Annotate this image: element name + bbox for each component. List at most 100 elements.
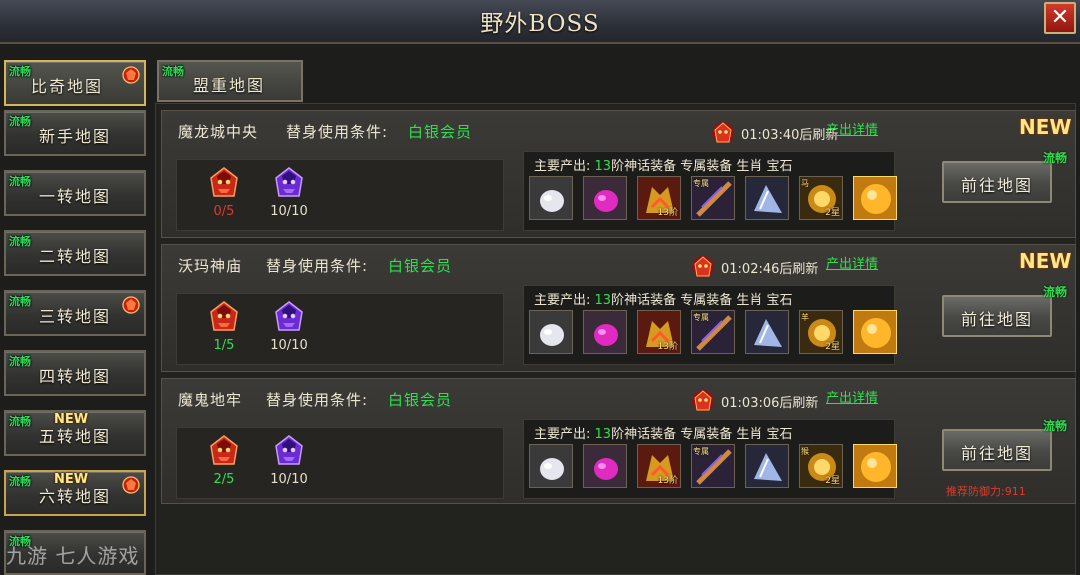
item-slot-helmet-pink[interactable]: [583, 310, 627, 354]
helmet-icon: [584, 177, 626, 219]
red-boss: 0/5: [199, 164, 249, 219]
sidebar-item-rebirth-1[interactable]: 流畅 一转地图: [4, 170, 146, 216]
map-sidebar: 流畅 比奇地图 流畅 新手地图 流畅 一转地图 流畅 二转地图 流畅 三转地图 …: [0, 58, 153, 575]
purple-boss-icon: [275, 301, 303, 331]
purple-boss: 10/10: [264, 164, 314, 219]
item-slot-zodiac[interactable]: 猴 2星: [799, 444, 843, 488]
sidebar-item-label: 新手地图: [38, 127, 111, 146]
red-boss-icon: [210, 435, 238, 465]
item-slot-mythic-armor[interactable]: 13阶: [637, 310, 681, 354]
item-slot-tag: 专属: [693, 313, 709, 322]
condition-label: 替身使用条件:: [266, 257, 369, 275]
item-slot-tier: 13阶: [657, 208, 678, 218]
map-name: 魔龙城中央: [178, 123, 259, 141]
fluency-tag: 流畅: [162, 65, 184, 78]
goto-map-button[interactable]: 前往地图: [942, 429, 1052, 471]
new-tag: NEW: [1019, 115, 1072, 139]
condition-value: 白银会员: [408, 123, 473, 141]
loot-summary: 主要产出: 13阶神话装备 专属装备 生肖 宝石: [534, 159, 793, 174]
item-slot-tier: 13阶: [657, 476, 678, 486]
window-title: 野外BOSS: [480, 11, 600, 37]
red-boss: 2/5: [199, 432, 249, 487]
item-slot-wing[interactable]: [745, 444, 789, 488]
boss-counts: 2/5 10/10: [176, 427, 504, 499]
item-slot-gem[interactable]: [853, 444, 897, 488]
purple-boss-icon: [275, 167, 303, 197]
loot-summary: 主要产出: 13阶神话装备 专属装备 生肖 宝石: [534, 293, 793, 308]
item-slot-exclusive[interactable]: 专属: [691, 176, 735, 220]
item-slot-zodiac[interactable]: 马 2星: [799, 176, 843, 220]
helmet-icon: [530, 177, 572, 219]
item-slot-exclusive[interactable]: 专属: [691, 310, 735, 354]
boss-counts: 0/5 10/10: [176, 159, 504, 231]
item-slot-helmet-white[interactable]: [529, 176, 573, 220]
condition-value: 白银会员: [388, 391, 453, 409]
item-slot-tag: 猴: [801, 447, 809, 456]
sidebar-item-rebirth-5[interactable]: 流畅 NEW 五转地图: [4, 410, 146, 456]
item-slot-helmet-pink[interactable]: [583, 444, 627, 488]
sidebar-item-label: 四转地图: [38, 367, 111, 386]
title-bar: 野外BOSS ✕: [0, 0, 1080, 44]
fluency-tag: 流畅: [1043, 151, 1068, 165]
boss-counts: 1/5 10/10: [176, 293, 504, 365]
sidebar-item-label: 五转地图: [38, 427, 111, 446]
map-name: 魔鬼地牢: [178, 391, 243, 409]
sidebar-item-biqi[interactable]: 流畅 比奇地图: [4, 60, 146, 106]
item-slot-helmet-white[interactable]: [529, 310, 573, 354]
red-boss-count: 1/5: [213, 338, 235, 353]
loot-panel: 主要产出: 13阶神话装备 专属装备 生肖 宝石 13阶 专属 羊 2星: [523, 285, 897, 365]
recommended-defense: 推荐防御力:911: [946, 485, 1026, 498]
red-boss-count: 2/5: [213, 472, 235, 487]
tab-mengzhong[interactable]: 流畅 盟重地图: [157, 60, 303, 102]
item-slot-mythic-armor[interactable]: 13阶: [637, 444, 681, 488]
item-slot-helmet-white[interactable]: [529, 444, 573, 488]
sidebar-item-label: 二转地图: [38, 247, 111, 266]
loot-panel: 主要产出: 13阶神话装备 专属装备 生肖 宝石 13阶 专属 马 2星: [523, 151, 897, 231]
tab-label: 盟重地图: [193, 76, 266, 95]
wing-icon: [746, 311, 788, 353]
sidebar-item-label: 一转地图: [38, 187, 111, 206]
sidebar-item-novice[interactable]: 流畅 新手地图: [4, 110, 146, 156]
goto-map-button[interactable]: 前往地图: [942, 161, 1052, 203]
helmet-icon: [530, 311, 572, 353]
red-boss-icon: [210, 301, 238, 331]
red-boss: 1/5: [199, 298, 249, 353]
item-slot-tag: 专属: [693, 447, 709, 456]
item-slot-gem[interactable]: [853, 176, 897, 220]
goto-map-button[interactable]: 前往地图: [942, 295, 1052, 337]
fluency-tag: 流畅: [1043, 285, 1068, 299]
purple-boss-icon: [275, 435, 303, 465]
item-slot-wing[interactable]: [745, 310, 789, 354]
loot-panel: 主要产出: 13阶神话装备 专属装备 生肖 宝石 13阶 专属 猴 2星: [523, 419, 897, 499]
red-boss-count: 0/5: [213, 204, 235, 219]
purple-boss-count: 10/10: [270, 472, 308, 487]
sidebar-item-label: 比奇地图: [30, 77, 103, 96]
item-slot-zodiac[interactable]: 羊 2星: [799, 310, 843, 354]
output-details-link[interactable]: 产出详情: [826, 253, 878, 272]
wing-icon: [746, 445, 788, 487]
item-slot-tier: 13阶: [657, 342, 678, 352]
item-slot-star: 2星: [825, 342, 840, 352]
output-details-link[interactable]: 产出详情: [826, 119, 878, 138]
item-slot-helmet-pink[interactable]: [583, 176, 627, 220]
close-button[interactable]: ✕: [1044, 2, 1076, 34]
wing-icon: [746, 177, 788, 219]
item-slot-gem[interactable]: [853, 310, 897, 354]
sidebar-item-rebirth-4[interactable]: 流畅 四转地图: [4, 350, 146, 396]
item-slot-exclusive[interactable]: 专属: [691, 444, 735, 488]
item-slot-tag: 马: [801, 179, 809, 188]
purple-boss-count: 10/10: [270, 204, 308, 219]
sidebar-item-rebirth-2[interactable]: 流畅 二转地图: [4, 230, 146, 276]
helmet-icon: [584, 311, 626, 353]
condition-value: 白银会员: [388, 257, 453, 275]
item-slot-star: 2星: [825, 476, 840, 486]
sidebar-item-rebirth-6[interactable]: 流畅 NEW 六转地图: [4, 470, 146, 516]
sidebar-item-rebirth-3[interactable]: 流畅 三转地图: [4, 290, 146, 336]
fluency-tag: 流畅: [1043, 419, 1068, 433]
helmet-icon: [584, 445, 626, 487]
output-details-link[interactable]: 产出详情: [826, 387, 878, 406]
gem-icon: [854, 177, 896, 219]
goto-map-label: 前往地图: [960, 176, 1033, 195]
item-slot-mythic-armor[interactable]: 13阶: [637, 176, 681, 220]
item-slot-wing[interactable]: [745, 176, 789, 220]
